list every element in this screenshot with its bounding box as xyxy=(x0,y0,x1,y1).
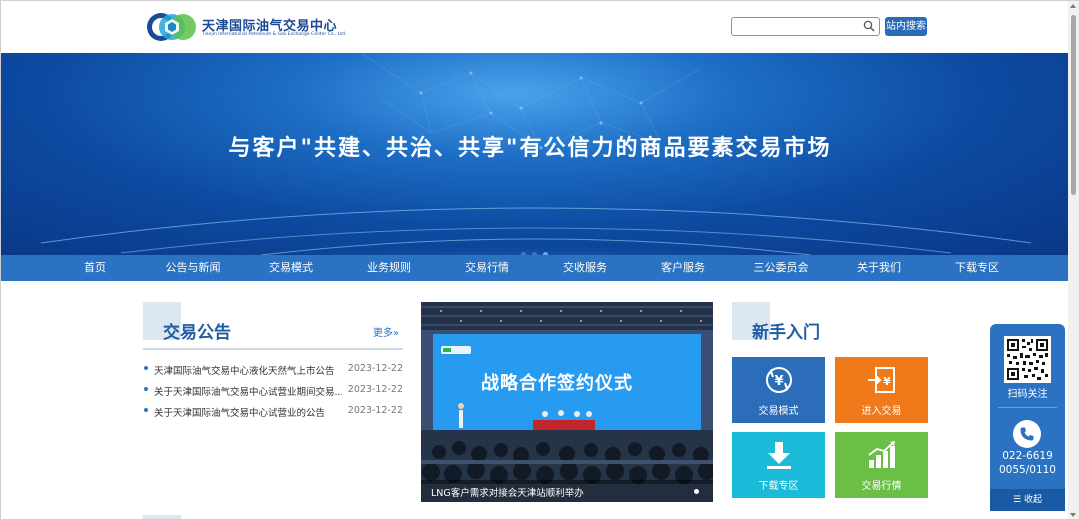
nav-item-about-us[interactable]: 关于我们 xyxy=(857,255,901,281)
banner-pagination xyxy=(521,242,554,255)
section-decoration xyxy=(143,515,181,519)
hero-banner: 与客户"共建、共治、共享"有公信力的商品要素交易市场 xyxy=(1,53,1069,255)
nav-item-announcements-news[interactable]: 公告与新闻 xyxy=(166,255,221,281)
search-box xyxy=(731,17,880,39)
main-nav: 首页 公告与新闻 交易模式 业务规则 交易行情 交收服务 客户服务 三公委员会 … xyxy=(1,255,1069,281)
download-icon xyxy=(767,442,791,469)
logo-mark-icon xyxy=(147,13,196,41)
banner-slogan: 与客户"共建、共治、共享"有公信力的商品要素交易市场 xyxy=(228,136,832,161)
announcements-title: 交易公告 xyxy=(163,323,231,343)
announcement-title[interactable]: 天津国际油气交易中心液化天然气上市公告 xyxy=(154,363,342,377)
tile-label: 下载专区 xyxy=(758,481,799,492)
tile-label: 交易行情 xyxy=(861,481,902,492)
announcement-date: 2023-12-22 xyxy=(347,384,403,395)
nav-item-home[interactable]: 首页 xyxy=(84,255,106,281)
nav-item-trading-modes[interactable]: 交易模式 xyxy=(269,255,313,281)
tile-label: 进入交易 xyxy=(861,406,902,417)
bullet-icon xyxy=(144,387,148,391)
hotline-line-1: 022-6619 xyxy=(1002,450,1053,462)
floating-contact-widget: 扫码关注 022-6619 0055/0110 ☰ 收起 xyxy=(990,324,1065,511)
tile-trading-modes[interactable]: ¥ 交易模式 xyxy=(732,357,825,423)
conference-photo xyxy=(421,302,713,502)
svg-text:¥: ¥ xyxy=(774,374,783,389)
site-search-button[interactable]: 站内搜索 xyxy=(885,17,927,36)
search-input[interactable] xyxy=(736,22,861,39)
list-item[interactable]: 关于天津国际油气交易中心试营业的公告 2023-12-22 xyxy=(143,402,405,423)
nav-item-delivery-service[interactable]: 交收服务 xyxy=(563,255,607,281)
list-item[interactable]: 天津国际油气交易中心液化天然气上市公告 2023-12-22 xyxy=(143,360,405,381)
enter-trade-icon: ¥ xyxy=(868,367,895,393)
guide-header: 新手入门 xyxy=(732,302,928,344)
nav-item-market-quotes[interactable]: 交易行情 xyxy=(465,255,509,281)
page-scrollbar[interactable] xyxy=(1068,1,1079,519)
nav-item-committee[interactable]: 三公委员会 xyxy=(754,255,809,281)
logo-english-name: Tianjin International Petroleum & Gas Ex… xyxy=(202,32,347,37)
announcement-title[interactable]: 关于天津国际油气交易中心试营业的公告 xyxy=(154,405,342,419)
qr-code-icon xyxy=(1004,336,1051,383)
scrollbar-thumb[interactable] xyxy=(1071,15,1076,195)
phone-button[interactable] xyxy=(1013,420,1041,448)
announcements-header: 交易公告 更多» xyxy=(143,302,403,350)
photo-screen-title: 战略合作签约仪式 xyxy=(481,373,633,394)
svg-text:¥: ¥ xyxy=(883,375,891,388)
announcements-more-link[interactable]: 更多» xyxy=(373,324,399,339)
bullet-icon xyxy=(144,366,148,370)
divider xyxy=(998,407,1057,408)
photo-caption[interactable]: LNG客户需求对接会天津站顺利举办 xyxy=(421,480,713,502)
photo-caption-text[interactable]: LNG客户需求对接会天津站顺利举办 xyxy=(431,485,584,499)
follow-label: 扫码关注 xyxy=(1007,389,1048,400)
site-logo[interactable]: 天津国际油气交易中心 Tianjin International Petrole… xyxy=(146,10,346,44)
bullet-icon xyxy=(144,408,148,412)
announcements-list: 天津国际油气交易中心液化天然气上市公告 2023-12-22 关于天津国际油气交… xyxy=(143,360,405,423)
search-icon[interactable] xyxy=(863,20,875,32)
hotline-line-2: 0055/0110 xyxy=(999,464,1056,476)
tile-enter-trade[interactable]: ¥ 进入交易 xyxy=(835,357,928,423)
announcement-date: 2023-12-22 xyxy=(347,405,403,416)
list-item[interactable]: 关于天津国际油气交易中心试营业期间交易... 2023-12-22 xyxy=(143,381,405,402)
site-header: 天津国际油气交易中心 Tianjin International Petrole… xyxy=(1,1,1069,53)
scroll-up-icon[interactable] xyxy=(1070,4,1076,8)
tile-downloads[interactable]: 下载专区 xyxy=(732,432,825,498)
nav-item-business-rules[interactable]: 业务规则 xyxy=(367,255,411,281)
hotline-number: 022-6619 0055/0110 xyxy=(990,449,1065,477)
collapse-button[interactable]: ☰ 收起 xyxy=(990,489,1065,511)
nav-item-customer-service[interactable]: 客户服务 xyxy=(661,255,705,281)
tile-label: 交易模式 xyxy=(758,406,799,417)
announcement-title[interactable]: 关于天津国际油气交易中心试营业期间交易... xyxy=(154,384,342,398)
guide-title: 新手入门 xyxy=(752,323,820,343)
scroll-down-icon[interactable] xyxy=(1070,513,1076,517)
carousel-dot[interactable] xyxy=(694,489,699,494)
exchange-icon: ¥ xyxy=(766,367,792,393)
browser-page: 天津国际油气交易中心 Tianjin International Petrole… xyxy=(0,0,1080,520)
chart-icon xyxy=(868,441,895,468)
nav-item-downloads[interactable]: 下载专区 xyxy=(955,255,999,281)
news-photo-carousel[interactable]: 战略合作签约仪式 LNG客户需求对接会天津站顺利举办 xyxy=(421,302,713,502)
tile-market-quotes[interactable]: 交易行情 xyxy=(835,432,928,498)
phone-icon xyxy=(1020,427,1034,441)
announcement-date: 2023-12-22 xyxy=(347,363,403,374)
